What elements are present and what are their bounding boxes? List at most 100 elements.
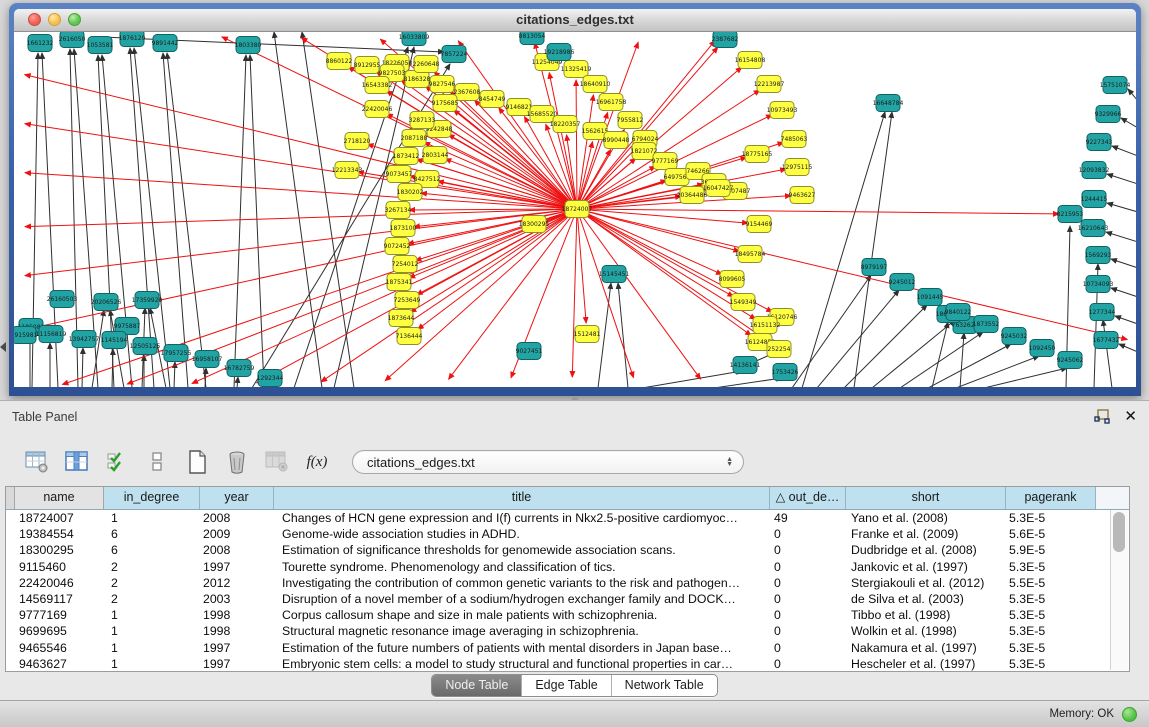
collapse-panel-arrow-icon[interactable]: [0, 342, 6, 352]
graph-edge-selected[interactable]: [577, 209, 586, 323]
graph-node[interactable]: 7485063: [781, 131, 808, 148]
close-panel-icon[interactable]: ✕: [1124, 409, 1137, 424]
graph-node[interactable]: 16782759: [224, 360, 255, 377]
cell-in_degree[interactable]: 1: [104, 640, 200, 656]
cell-title[interactable]: Disruption of a novel member of a sodium…: [274, 591, 770, 607]
graph-node[interactable]: 1753426: [772, 364, 799, 381]
graph-node[interactable]: 1145194: [101, 332, 128, 349]
graph-node[interactable]: 15145451: [599, 266, 630, 283]
graph-edge-selected[interactable]: [449, 209, 577, 379]
tab-node-table[interactable]: Node Table: [432, 675, 521, 696]
graph-edge[interactable]: [167, 53, 206, 387]
cell-title[interactable]: Genome-wide association studies in ADHD.: [274, 526, 770, 542]
delete-rows-trash-icon[interactable]: [224, 449, 250, 475]
graph-node[interactable]: 19218986: [544, 44, 575, 61]
graph-node[interactable]: 18220357: [550, 116, 581, 133]
graph-node[interactable]: 1677432: [1093, 332, 1120, 349]
cell-title[interactable]: Changes of HCN gene expression and I(f) …: [274, 510, 770, 526]
graph-node[interactable]: 1092450: [1029, 340, 1056, 357]
float-panel-icon[interactable]: [1094, 409, 1110, 424]
cell-short[interactable]: de Silva et al. (2003): [846, 591, 1006, 607]
graph-edge[interactable]: [1128, 89, 1136, 101]
cell-title[interactable]: Structural magnetic resonance image aver…: [274, 623, 770, 639]
graph-edge[interactable]: [817, 290, 899, 387]
graph-node[interactable]: 1803380: [235, 37, 262, 54]
graph-edge[interactable]: [960, 333, 964, 387]
cell-year[interactable]: 1998: [200, 607, 274, 623]
graph-node[interactable]: 3915981: [14, 327, 38, 344]
table-select-dropdown[interactable]: citations_edges.txt ▲▼: [352, 450, 744, 474]
table-row[interactable]: 1456911722003Disruption of a novel membe…: [6, 591, 1129, 607]
graph-node[interactable]: 1244415: [1081, 191, 1108, 208]
graph-node[interactable]: 2367608: [454, 84, 481, 101]
cell-in_degree[interactable]: 6: [104, 542, 200, 558]
graph-node[interactable]: 7857224: [441, 46, 468, 63]
graph-node[interactable]: 9175685: [432, 95, 459, 112]
graph-node[interactable]: 17957255: [161, 345, 192, 362]
column-header-pagerank[interactable]: pagerank: [1006, 487, 1096, 509]
graph-svg[interactable]: 1872400718300295886012289129551822605898…: [14, 32, 1136, 387]
graph-node[interactable]: 7253649: [394, 292, 421, 309]
cell-year[interactable]: 1997: [200, 640, 274, 656]
cell-name[interactable]: 9699695: [15, 623, 104, 639]
cell-year[interactable]: 2009: [200, 526, 274, 542]
graph-node[interactable]: 12213987: [754, 76, 785, 93]
cell-in_degree[interactable]: 1: [104, 510, 200, 526]
cell-name[interactable]: 14569117: [15, 591, 104, 607]
graph-node[interactable]: 2718120: [344, 133, 371, 150]
graph-node[interactable]: 9027451: [516, 343, 543, 360]
graph-edge[interactable]: [163, 53, 188, 387]
graph-node[interactable]: 15751074: [1100, 77, 1131, 94]
graph-edge[interactable]: [1112, 146, 1136, 156]
graph-edge-selected[interactable]: [577, 209, 1127, 339]
graph-node[interactable]: 16047427: [703, 180, 734, 197]
graph-edge[interactable]: [844, 305, 927, 387]
graph-node[interactable]: 1549349: [730, 294, 757, 311]
graph-edge[interactable]: [642, 371, 742, 387]
graph-edge[interactable]: [234, 55, 246, 387]
cell-out_de[interactable]: 0: [770, 526, 846, 542]
select-all-icon[interactable]: [104, 449, 130, 475]
cell-short[interactable]: Jankovic et al. (1997): [846, 559, 1006, 575]
cell-name[interactable]: 18300295: [15, 542, 104, 558]
cell-out_de[interactable]: 0: [770, 640, 846, 656]
graph-edge-selected[interactable]: [25, 209, 577, 330]
column-header-name[interactable]: name: [15, 487, 104, 509]
graph-node[interactable]: 1876120: [119, 32, 146, 47]
graph-node[interactable]: 16543382: [362, 77, 393, 94]
clear-selection-icon[interactable]: [144, 449, 170, 475]
table-row[interactable]: 1830029562008Estimation of significance …: [6, 542, 1129, 558]
table-row[interactable]: 969969511998Structural magnetic resonanc…: [6, 623, 1129, 639]
graph-edge[interactable]: [1111, 259, 1136, 268]
table-row[interactable]: 977716911998Corpus callosum shape and si…: [6, 607, 1129, 623]
graph-edge-selected[interactable]: [577, 209, 701, 379]
graph-node[interactable]: 1873552: [973, 316, 1000, 333]
graph-node[interactable]: 11156819: [36, 326, 67, 343]
table-row[interactable]: 946554611997Estimation of the future num…: [6, 640, 1129, 656]
graph-edge[interactable]: [1103, 320, 1112, 387]
cell-year[interactable]: 2003: [200, 591, 274, 607]
graph-node[interactable]: 8099605: [719, 271, 746, 288]
cell-title[interactable]: Corpus callosum shape and size in male p…: [274, 607, 770, 623]
graph-node[interactable]: 1661232: [27, 35, 54, 52]
graph-edge[interactable]: [130, 48, 154, 387]
cell-name[interactable]: 18724007: [15, 510, 104, 526]
graph-node[interactable]: 9072452: [384, 238, 411, 255]
graph-edge[interactable]: [274, 32, 322, 387]
graph-node[interactable]: 8860122: [326, 53, 353, 70]
cell-title[interactable]: Embryonic stem cells: a model to study s…: [274, 656, 770, 672]
graph-node[interactable]: 16210643: [1078, 220, 1109, 237]
scrollbar-thumb[interactable]: [1113, 512, 1125, 552]
graph-node[interactable]: 1873100: [390, 220, 417, 237]
graph-edge-selected[interactable]: [25, 124, 577, 209]
column-header-in_degree[interactable]: in_degree: [104, 487, 200, 509]
cell-in_degree[interactable]: 2: [104, 559, 200, 575]
cell-pagerank[interactable]: 5.3E-5: [1006, 623, 1096, 639]
cell-pagerank[interactable]: 5.3E-5: [1006, 510, 1096, 526]
graph-node[interactable]: 12213343: [332, 162, 363, 179]
cell-short[interactable]: Dudbridge et al. (2008): [846, 542, 1006, 558]
cell-short[interactable]: Franke et al. (2009): [846, 526, 1006, 542]
graph-edge[interactable]: [1107, 203, 1136, 212]
graph-node[interactable]: 16648784: [873, 95, 904, 112]
graph-node[interactable]: 18640910: [580, 76, 611, 93]
